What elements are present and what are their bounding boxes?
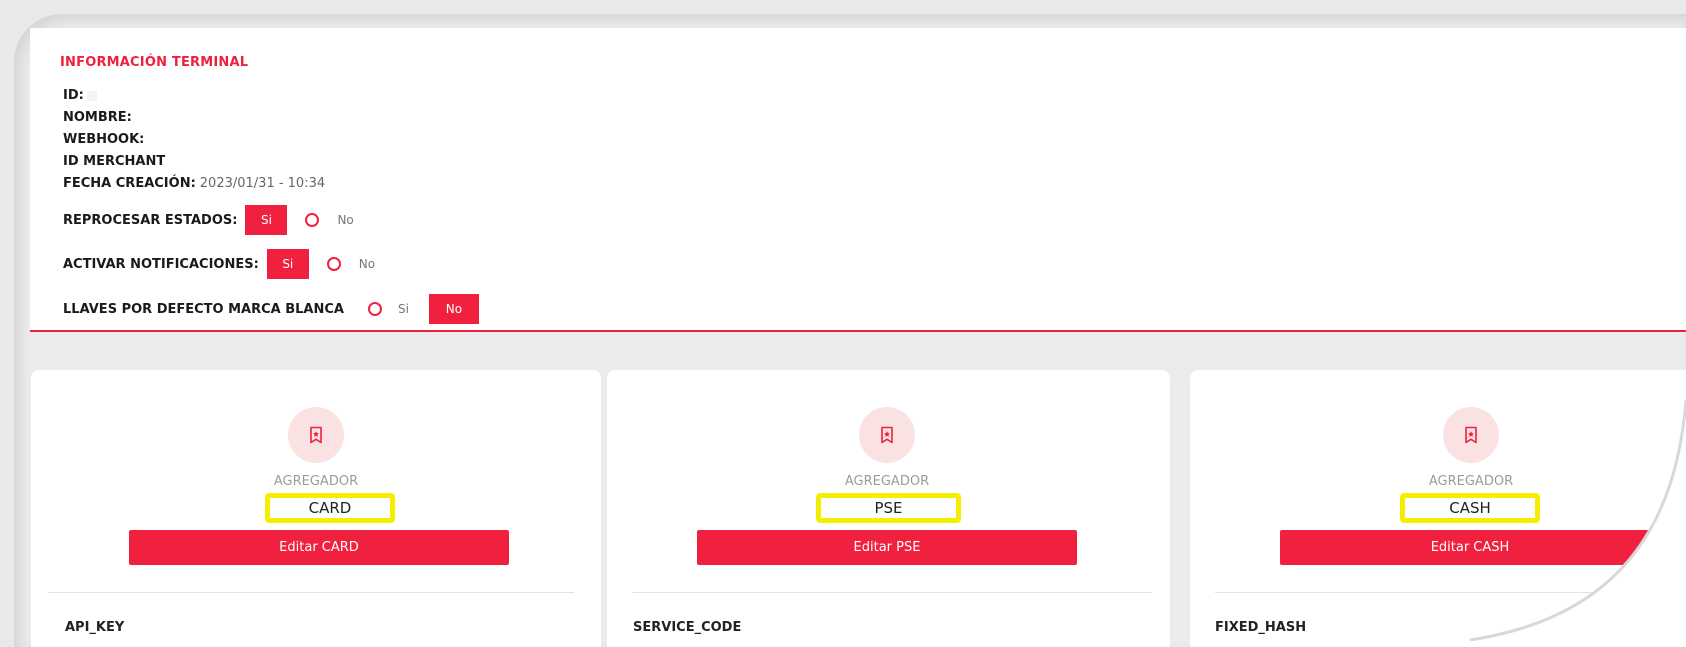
webhook-row: WEBHOOK:: [63, 132, 144, 147]
llaves-label: LLAVES POR DEFECTO MARCA BLANCA: [63, 301, 344, 317]
fecha-value: 2023/01/31 - 10:34: [199, 176, 326, 191]
edit-pse-button[interactable]: Editar PSE: [697, 530, 1077, 565]
fecha-row: FECHA CREACIÓN: 2023/01/31 - 10:34: [63, 176, 325, 191]
aggregator-card-card: AGREGADOR CARD Editar CARD API_KEY: [31, 370, 601, 647]
nombre-label: NOMBRE:: [63, 110, 132, 125]
info-title: INFORMACIÓN TERMINAL: [60, 55, 249, 70]
notificaciones-no-radio[interactable]: [326, 257, 341, 271]
terminal-info-panel: INFORMACIÓN TERMINAL ID: NOMBRE: WEBHOOK…: [30, 28, 1686, 332]
reprocesar-label: REPROCESAR ESTADOS:: [63, 212, 238, 228]
notificaciones-no-label: No: [358, 257, 376, 271]
card-divider: [632, 592, 1152, 593]
reprocesar-row: REPROCESAR ESTADOS: Si No: [63, 205, 354, 235]
merchant-label: ID MERCHANT: [63, 154, 166, 169]
aggregator-card-pse: AGREGADOR PSE Editar PSE SERVICE_CODE: [607, 370, 1170, 647]
page-frame: INFORMACIÓN TERMINAL ID: NOMBRE: WEBHOOK…: [14, 14, 1686, 647]
llaves-si-radio[interactable]: [367, 302, 382, 316]
reprocesar-si-button[interactable]: Si: [245, 205, 288, 235]
edit-card-button[interactable]: Editar CARD: [129, 530, 509, 565]
fixed-hash-label: FIXED_HASH: [1215, 620, 1307, 635]
bookmark-icon: [310, 426, 322, 444]
llaves-row: LLAVES POR DEFECTO MARCA BLANCA Si No: [63, 294, 479, 324]
llaves-no-button[interactable]: No: [428, 294, 479, 324]
nombre-row: NOMBRE:: [63, 110, 132, 125]
pse-aggregator-name: PSE: [816, 493, 961, 523]
cash-aggregator-label: AGREGADOR: [1428, 474, 1514, 489]
api-key-label: API_KEY: [65, 620, 125, 635]
cash-aggregator-name: CASH: [1400, 493, 1540, 523]
bookmark-icon-circle: [1443, 407, 1499, 463]
id-value-redacted: [86, 90, 97, 101]
bookmark-icon: [1465, 426, 1477, 444]
id-row: ID:: [63, 88, 97, 103]
merchant-row: ID MERCHANT: [63, 154, 165, 169]
bookmark-icon: [881, 426, 893, 444]
card-divider: [1215, 592, 1686, 593]
fecha-label: FECHA CREACIÓN:: [63, 176, 196, 191]
id-label: ID:: [63, 88, 84, 103]
notificaciones-row: ACTIVAR NOTIFICACIONES: Si No: [63, 249, 375, 279]
webhook-label: WEBHOOK:: [63, 132, 145, 147]
notificaciones-si-button[interactable]: Si: [266, 249, 309, 279]
bookmark-icon-circle: [288, 407, 344, 463]
card-divider: [48, 592, 574, 593]
reprocesar-no-radio[interactable]: [305, 213, 320, 227]
reprocesar-no-label: No: [337, 213, 354, 227]
llaves-si-label: Si: [397, 302, 409, 316]
notificaciones-label: ACTIVAR NOTIFICACIONES:: [63, 256, 259, 272]
service-code-label: SERVICE_CODE: [633, 620, 742, 635]
bookmark-icon-circle: [859, 407, 915, 463]
card-aggregator-label: AGREGADOR: [273, 474, 359, 489]
pse-aggregator-label: AGREGADOR: [844, 474, 930, 489]
edit-cash-button[interactable]: Editar CASH: [1280, 530, 1660, 565]
card-aggregator-name: CARD: [265, 493, 395, 523]
aggregator-card-cash: AGREGADOR CASH Editar CASH FIXED_HASH: [1190, 370, 1686, 647]
